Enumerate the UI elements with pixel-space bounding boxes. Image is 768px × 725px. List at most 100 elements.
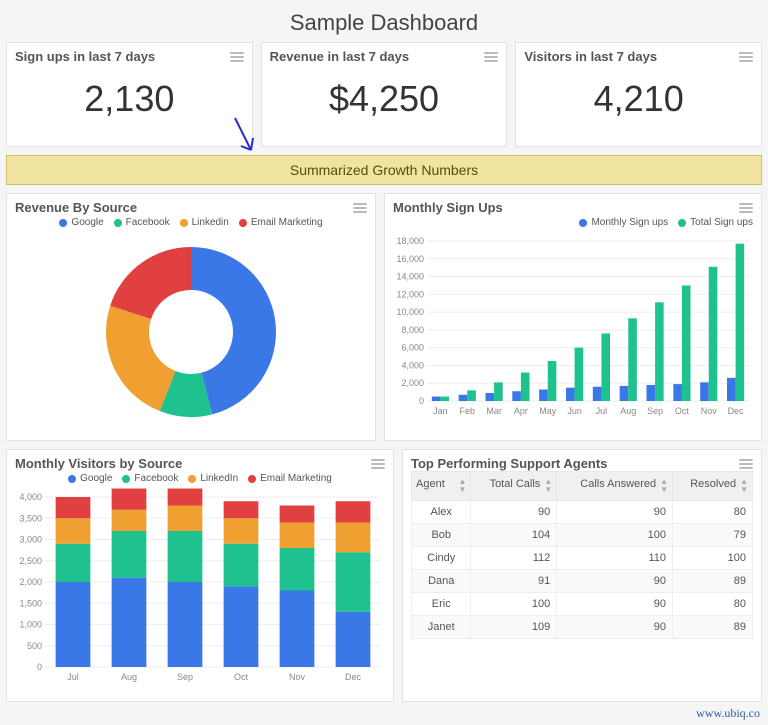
table-cell: 80 <box>673 501 753 524</box>
kpi-label: Visitors in last 7 days <box>524 49 657 64</box>
table-header-label: Agent <box>416 478 445 490</box>
svg-text:1,000: 1,000 <box>19 620 42 630</box>
kpi-row: Sign ups in last 7 days 2,130 Revenue in… <box>6 42 762 147</box>
kpi-label: Revenue in last 7 days <box>270 49 409 64</box>
table-cell: 109 <box>471 616 557 639</box>
svg-text:2,500: 2,500 <box>19 556 42 566</box>
panel-title: Monthly Visitors by Source <box>15 456 182 471</box>
sort-icon[interactable]: ▲▼ <box>544 478 552 494</box>
arrow-icon <box>229 116 257 156</box>
table-cell: 90 <box>557 570 673 593</box>
table-cell: 89 <box>673 570 753 593</box>
svg-text:Nov: Nov <box>701 406 718 416</box>
svg-text:Dec: Dec <box>345 672 362 682</box>
donut-chart <box>15 232 367 432</box>
legend-dot-icon <box>188 475 196 483</box>
bar-chart: 02,0004,0006,0008,00010,00012,00014,0001… <box>393 232 753 422</box>
svg-text:14,000: 14,000 <box>396 272 424 282</box>
svg-text:Jul: Jul <box>67 672 79 682</box>
legend-item[interactable]: Total Sign ups <box>678 217 753 228</box>
legend-label: Linkedin <box>192 217 229 228</box>
kpi-value: 2,130 <box>15 64 244 138</box>
kpi-value: 4,210 <box>524 64 753 138</box>
legend-item[interactable]: Facebook <box>114 217 170 228</box>
kpi-card-revenue: Revenue in last 7 days $4,250 <box>261 42 508 147</box>
svg-text:Aug: Aug <box>620 406 636 416</box>
hamburger-icon[interactable] <box>353 201 367 215</box>
legend-item[interactable]: LinkedIn <box>188 473 238 484</box>
hamburger-icon[interactable] <box>739 50 753 64</box>
table-cell: 90 <box>471 501 557 524</box>
sort-icon[interactable]: ▲▼ <box>740 478 748 494</box>
legend-label: Facebook <box>134 473 178 484</box>
table-cell: 80 <box>673 593 753 616</box>
hamburger-icon[interactable] <box>739 201 753 215</box>
table-cell: Cindy <box>412 547 471 570</box>
legend-dot-icon <box>678 219 686 227</box>
table-cell: 90 <box>557 616 673 639</box>
hamburger-icon[interactable] <box>484 50 498 64</box>
svg-text:3,500: 3,500 <box>19 513 42 523</box>
legend-dot-icon <box>59 219 67 227</box>
svg-text:3,000: 3,000 <box>19 535 42 545</box>
svg-text:12,000: 12,000 <box>396 289 424 299</box>
legend-dot-icon <box>180 219 188 227</box>
svg-text:Feb: Feb <box>459 406 475 416</box>
table-cell: 90 <box>557 593 673 616</box>
svg-text:6,000: 6,000 <box>401 343 424 353</box>
svg-text:Nov: Nov <box>289 672 306 682</box>
table-header-label: Calls Answered <box>580 478 656 490</box>
table-row: Bob10410079 <box>412 524 753 547</box>
panel-revenue-by-source: Revenue By Source GoogleFacebookLinkedin… <box>6 193 376 441</box>
table-header[interactable]: Total Calls▲▼ <box>471 472 557 501</box>
table-cell: 112 <box>471 547 557 570</box>
panel-monthly-visitors: Monthly Visitors by Source Google Faceboo… <box>6 449 394 702</box>
table-row: Alex909080 <box>412 501 753 524</box>
table-cell: Alex <box>412 501 471 524</box>
hamburger-icon[interactable] <box>230 50 244 64</box>
legend-label: Monthly Sign ups <box>591 217 668 228</box>
legend-dot-icon <box>239 219 247 227</box>
banner-summarized-growth: Summarized Growth Numbers <box>6 155 762 185</box>
legend-item[interactable]: Email Marketing <box>248 473 332 484</box>
table-header[interactable]: Agent ▲▼ <box>412 472 471 501</box>
legend-item[interactable]: Linkedin <box>180 217 229 228</box>
table-header[interactable]: Resolved▲▼ <box>673 472 753 501</box>
svg-text:0: 0 <box>37 662 42 672</box>
panel-title: Top Performing Support Agents <box>411 456 607 471</box>
table-cell: 110 <box>557 547 673 570</box>
svg-text:4,000: 4,000 <box>19 492 42 502</box>
legend-label: LinkedIn <box>200 473 238 484</box>
legend-item[interactable]: Monthly Sign ups <box>579 217 668 228</box>
footer-link[interactable]: www.ubiq.co <box>0 702 768 725</box>
table-cell: 90 <box>557 501 673 524</box>
svg-text:Mar: Mar <box>486 406 502 416</box>
hamburger-icon[interactable] <box>739 457 753 471</box>
table-header-label: Total Calls <box>490 478 541 490</box>
table-cell: 104 <box>471 524 557 547</box>
svg-text:4,000: 4,000 <box>401 360 424 370</box>
legend-item[interactable]: Email Marketing <box>239 217 323 228</box>
svg-text:Jul: Jul <box>596 406 608 416</box>
svg-text:Oct: Oct <box>675 406 690 416</box>
legend-label: Facebook <box>126 217 170 228</box>
panel-monthly-signups: Monthly Sign Ups Monthly Sign upsTotal S… <box>384 193 762 441</box>
chart-legend: Monthly Sign ups Total Sign ups <box>393 215 753 232</box>
svg-text:0: 0 <box>419 396 424 406</box>
sort-icon[interactable]: ▲▼ <box>459 478 467 494</box>
chart-legend: Google Facebook Linkedin Email Marketing <box>15 215 367 232</box>
svg-text:16,000: 16,000 <box>396 254 424 264</box>
sort-icon[interactable]: ▲▼ <box>660 478 668 494</box>
table-cell: 100 <box>471 593 557 616</box>
legend-item[interactable]: Google <box>68 473 112 484</box>
table-row: Cindy112110100 <box>412 547 753 570</box>
table-header[interactable]: Calls Answered ▲▼ <box>557 472 673 501</box>
kpi-label: Sign ups in last 7 days <box>15 49 155 64</box>
agents-table: Agent▲▼Total Calls▲▼Calls Answered▲▼Reso… <box>411 471 753 639</box>
legend-item[interactable]: Google <box>59 217 103 228</box>
hamburger-icon[interactable] <box>371 457 385 471</box>
kpi-card-signups: Sign ups in last 7 days 2,130 <box>6 42 253 147</box>
legend-item[interactable]: Facebook <box>122 473 178 484</box>
table-cell: Bob <box>412 524 471 547</box>
svg-text:2,000: 2,000 <box>401 378 424 388</box>
